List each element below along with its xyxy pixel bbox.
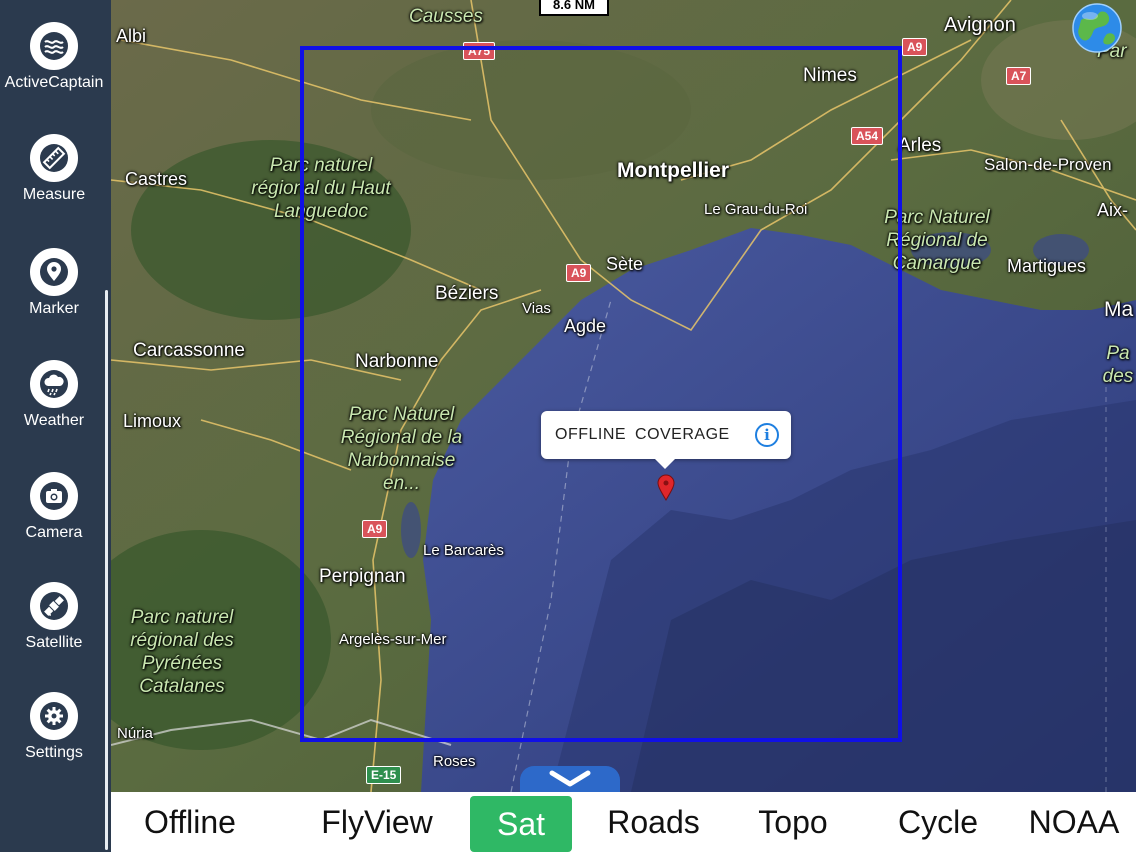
place-label: Roses [433,753,476,770]
road-shield: A9 [902,38,928,56]
sidebar-item-label: Satellite [25,634,83,651]
tab-flyview[interactable]: FlyView [307,792,447,852]
tab-noaa[interactable]: NOAA [1019,792,1129,852]
place-label: Castres [125,169,188,189]
road-shield: A7 [1006,67,1032,85]
sidebar-item-camera[interactable]: Camera [0,472,108,572]
sidebar-item-activecaptain[interactable]: ActiveCaptain [0,22,108,122]
sidebar-item-label: Camera [25,524,83,541]
place-label: Limoux [123,411,182,431]
sidebar-item-label: Weather [23,412,85,429]
place-label: Carcassonne [133,340,245,361]
place-label: Avignon [944,14,1016,36]
sidebar-item-label: Marker [29,300,79,317]
sidebar-item-marker[interactable]: Marker [0,248,108,348]
tab-offline[interactable]: Offline [125,792,255,852]
sidebar-item-label: ActiveCaptain [4,74,104,91]
tab-roads[interactable]: Roads [596,792,711,852]
satellite-icon [30,582,78,630]
offline-coverage-area[interactable] [300,46,902,742]
tab-topo[interactable]: Topo [743,792,843,852]
location-pin-icon [30,248,78,296]
ruler-icon [30,134,78,182]
map-pin-icon[interactable] [656,474,676,502]
scale-indicator: 8.6 NM [539,0,609,16]
satellite-map[interactable]: 8.6 NM Albi Causses Avignon Nimes Arles … [111,0,1136,792]
park-label: Pa des [1102,343,1134,387]
map-type-bar: Offline FlyView Sat Roads Topo Cycle NOA… [111,792,1136,852]
tab-sat[interactable]: Sat [470,796,572,852]
place-label: Núria [117,725,153,742]
road-shield: E-15 [366,766,402,784]
place-label: Causses [409,6,483,27]
sidebar-item-weather[interactable]: Weather [0,360,108,460]
cloud-rain-icon [30,360,78,408]
place-label: Ma [1104,298,1134,321]
sidebar-item-label: Settings [25,744,83,761]
sidebar-item-measure[interactable]: Measure [0,134,108,234]
chevron-down-icon [549,770,591,787]
sidebar-item-satellite[interactable]: Satellite [0,582,108,682]
sidebar: ActiveCaptain Measure Marker Weather Cam… [0,0,111,852]
sidebar-item-settings[interactable]: Settings [0,692,108,792]
callout-text: OFFLINE COVERAGE [555,426,730,443]
gear-icon [30,692,78,740]
camera-icon [30,472,78,520]
expand-panel-button[interactable] [520,766,620,792]
tab-cycle[interactable]: Cycle [885,792,991,852]
place-label: Albi [116,26,147,46]
waves-icon [30,22,78,70]
info-icon[interactable]: i [755,423,779,447]
offline-coverage-callout[interactable]: OFFLINE COVERAGE i [541,411,791,469]
sidebar-item-label: Measure [22,186,86,203]
place-label: Aix- [1097,200,1128,220]
park-label: Parc naturel régional des Pyrénées Catal… [130,607,234,697]
place-label: Arles [898,135,942,156]
globe-icon[interactable] [1071,2,1123,54]
place-label: Salon-de-Proven [984,155,1112,174]
place-label: Martigues [1007,256,1087,276]
